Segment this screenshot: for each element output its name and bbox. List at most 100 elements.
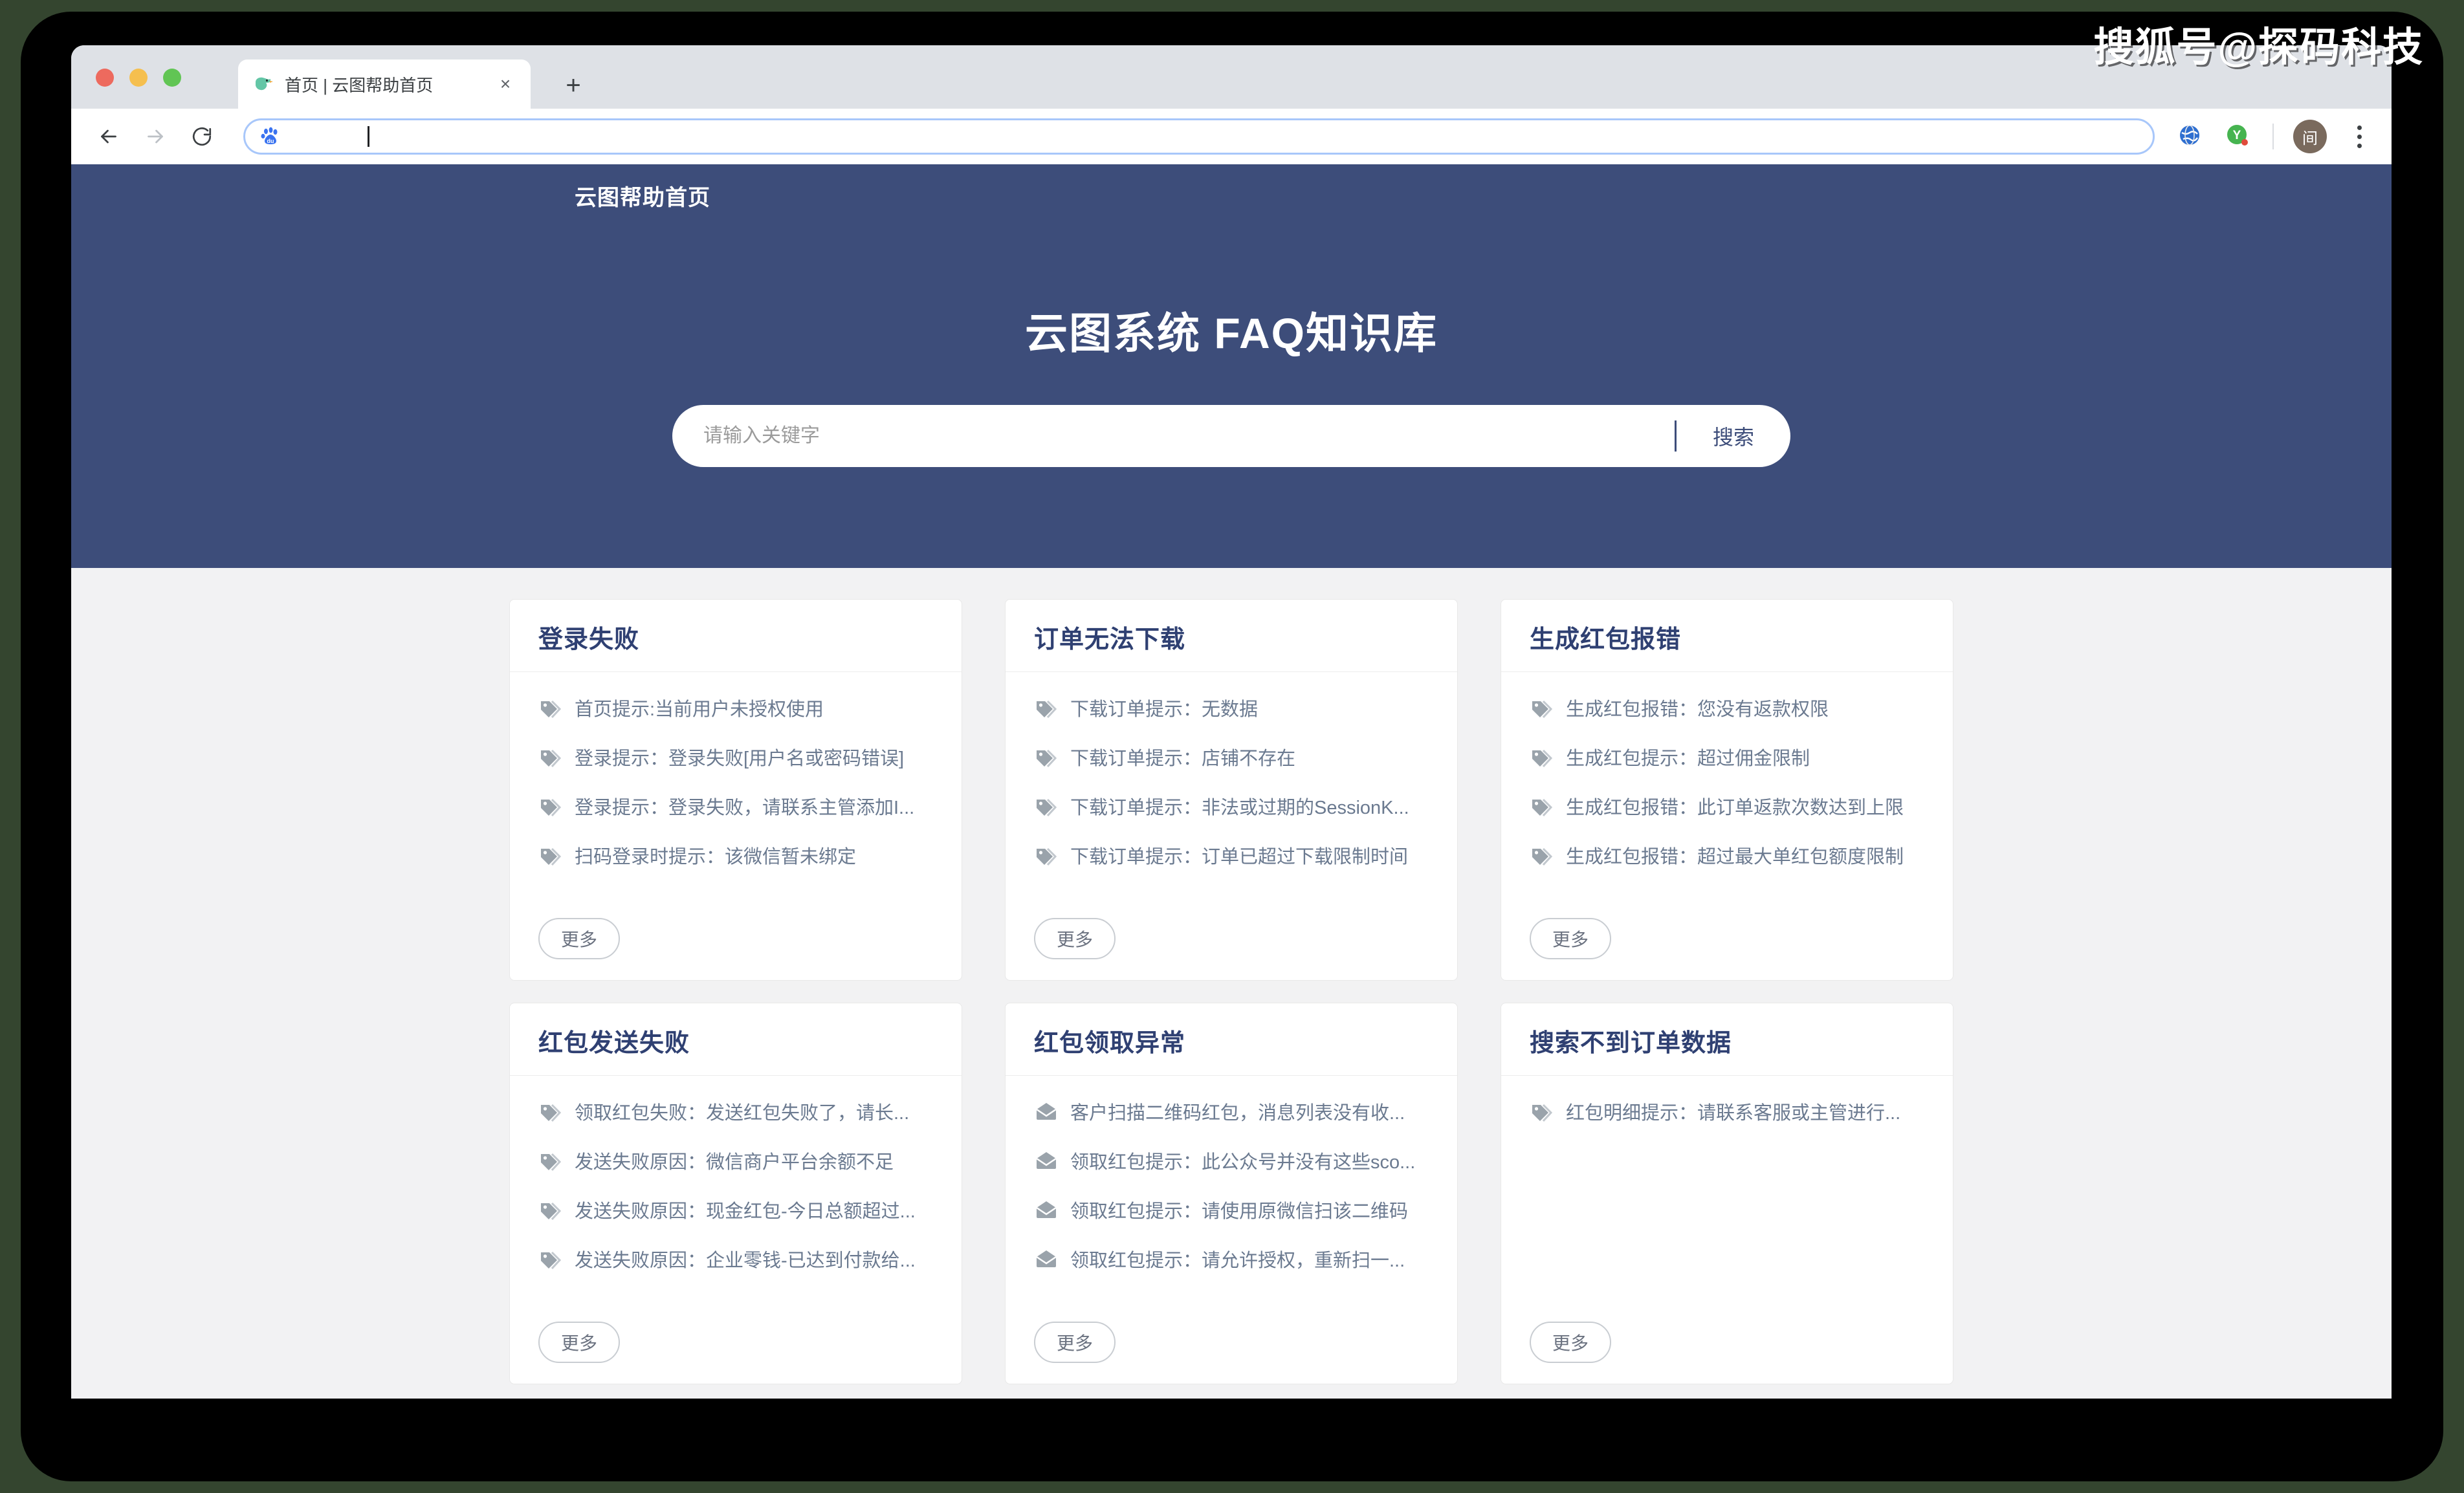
toolbar-divider (2272, 124, 2274, 149)
search-input[interactable] (672, 425, 1675, 447)
faq-card-footer: 更多 (1006, 914, 1457, 980)
tag-icon (1530, 695, 1554, 720)
faq-list-item[interactable]: 领取红包失败：发送红包失败了，请长... (538, 1098, 933, 1125)
tag-icon (1530, 745, 1554, 769)
faq-list-item[interactable]: 发送失败原因：微信商户平台余额不足 (538, 1147, 933, 1174)
faq-list-item[interactable]: 领取红包提示：请使用原微信扫该二维码 (1034, 1196, 1429, 1223)
faq-item-label: 下载订单提示：无数据 (1070, 699, 1259, 720)
back-arrow-icon[interactable] (91, 118, 127, 155)
site-navbar: 云图帮助首页 (71, 164, 2392, 226)
faq-item-label: 领取红包提示：请使用原微信扫该二维码 (1070, 1201, 1409, 1222)
close-icon[interactable]: × (494, 73, 516, 95)
kebab-menu-icon[interactable] (2346, 125, 2372, 148)
more-button[interactable]: 更多 (1530, 918, 1611, 959)
tag-icon (538, 1247, 563, 1271)
faq-list-item[interactable]: 生成红包报错：您没有返款权限 (1530, 694, 1924, 721)
faq-list-item[interactable]: 下载订单提示：订单已超过下载限制时间 (1034, 842, 1429, 869)
faq-list-item[interactable]: 生成红包提示：超过佣金限制 (1530, 743, 1924, 770)
youdao-icon[interactable]: Y (2225, 122, 2253, 151)
faq-list-item[interactable]: 生成红包报错：超过最大单红包额度限制 (1530, 842, 1924, 869)
faq-item-label: 领取红包提示：请允许授权，重新扫一... (1070, 1250, 1405, 1271)
faq-list-item[interactable]: 红包明细提示：请联系客服或主管进行... (1530, 1098, 1924, 1125)
faq-list-item[interactable]: 发送失败原因：企业零钱-已达到付款给... (538, 1245, 933, 1272)
more-button[interactable]: 更多 (1530, 1322, 1611, 1363)
search-bar: 搜索 (672, 405, 1790, 467)
tag-icon (1034, 794, 1059, 818)
faq-list-item[interactable]: 发送失败原因：现金红包-今日总额超过... (538, 1196, 933, 1223)
faq-item-label: 首页提示:当前用户未授权使用 (575, 699, 824, 720)
more-button[interactable]: 更多 (538, 1322, 620, 1363)
tag-icon (538, 1099, 563, 1124)
watermark: 搜狐号@探码科技 (2093, 25, 2424, 70)
faq-list-item[interactable]: 下载订单提示：无数据 (1034, 694, 1429, 721)
faq-card-body: 首页提示:当前用户未授权使用登录提示：登录失败[用户名或密码错误] 登录提示：登录… (510, 672, 962, 914)
faq-list-item[interactable]: 下载订单提示：非法或过期的SessionK... (1034, 792, 1429, 820)
tag-icon (1034, 843, 1059, 867)
page-title: 云图系统 FAQ知识库 (1024, 309, 1438, 357)
text-cursor (368, 126, 369, 147)
globe-icon[interactable] (2177, 122, 2205, 151)
minimize-window-button[interactable] (129, 69, 148, 87)
faq-item-label: 红包明细提示：请联系客服或主管进行... (1566, 1103, 1901, 1124)
browser-window: 首页 | 云图帮助首页 × + du Y 间 云图帮助首页 云图系统 FAQ知识… (71, 45, 2392, 1399)
faq-item-label: 扫码登录时提示：该微信暂未绑定 (575, 847, 857, 867)
forward-arrow-icon[interactable] (137, 118, 173, 155)
toolbar-icon-group: Y 间 (2177, 120, 2372, 153)
browser-toolbar: du Y 间 (71, 109, 2392, 164)
faq-card-header: 红包发送失败 (510, 1003, 962, 1076)
search-button[interactable]: 搜索 (1677, 405, 1790, 467)
bird-icon (252, 73, 274, 95)
svg-text:Y: Y (2233, 129, 2241, 142)
faq-card-footer: 更多 (1006, 1318, 1457, 1384)
maximize-window-button[interactable] (163, 69, 181, 87)
reload-icon[interactable] (184, 118, 220, 155)
browser-tab[interactable]: 首页 | 云图帮助首页 × (238, 60, 531, 109)
tag-icon (538, 794, 563, 818)
faq-content: 登录失败 首页提示:当前用户未授权使用 登录提示：登录失败[用户名或密码错误] 登录提… (71, 568, 2392, 1384)
window-traffic-lights (96, 69, 181, 87)
address-bar[interactable]: du (243, 118, 2155, 155)
page-viewport: 云图帮助首页 云图系统 FAQ知识库 搜索 登录失败首页提示:当前用户未授权使用… (71, 164, 2392, 1399)
more-button[interactable]: 更多 (538, 918, 620, 959)
baidu-paw-icon: du (259, 125, 281, 147)
faq-item-label: 下载订单提示：店铺不存在 (1070, 748, 1296, 769)
faq-card-header: 搜索不到订单数据 (1501, 1003, 1953, 1076)
faq-card-title: 生成红包报错 (1530, 626, 1682, 653)
faq-list-item[interactable]: 下载订单提示：店铺不存在 (1034, 743, 1429, 770)
tag-icon (538, 1197, 563, 1222)
faq-list-item[interactable]: 领取红包提示：请允许授权，重新扫一... (1034, 1245, 1429, 1272)
faq-list-item[interactable]: 首页提示:当前用户未授权使用 (538, 694, 933, 721)
address-bar-input[interactable] (293, 126, 2139, 147)
faq-card-header: 生成红包报错 (1501, 600, 1953, 672)
faq-item-label: 客户扫描二维码红包，消息列表没有收... (1070, 1103, 1405, 1124)
more-button[interactable]: 更多 (1034, 918, 1116, 959)
avatar[interactable]: 间 (2293, 120, 2327, 153)
faq-item-label: 下载订单提示：非法或过期的SessionK... (1070, 798, 1409, 818)
faq-card: 红包发送失败领取红包失败：发送红包失败了，请长... 发送失败原因：微信商户平台余… (509, 1003, 962, 1384)
hero-section: 云图系统 FAQ知识库 搜索 (71, 226, 2392, 568)
site-brand[interactable]: 云图帮助首页 (575, 180, 710, 212)
faq-list-item[interactable]: 客户扫描二维码红包，消息列表没有收... (1034, 1098, 1429, 1125)
envelope-icon (1034, 1148, 1059, 1173)
close-window-button[interactable] (96, 69, 114, 87)
faq-list-item[interactable]: 扫码登录时提示：该微信暂未绑定 (538, 842, 933, 869)
faq-card: 订单无法下载 下载订单提示：无数据 下载订单提示：店铺不存在 下载订单提示：非法或过期… (1005, 599, 1458, 981)
faq-card-footer: 更多 (510, 914, 962, 980)
browser-tab-strip: 首页 | 云图帮助首页 × + (71, 45, 2392, 109)
faq-item-label: 发送失败原因：现金红包-今日总额超过... (575, 1201, 916, 1222)
tag-icon (1530, 843, 1554, 867)
new-tab-button[interactable]: + (559, 71, 588, 100)
tag-icon (538, 843, 563, 867)
more-button[interactable]: 更多 (1034, 1322, 1116, 1363)
faq-list-item[interactable]: 生成红包报错：此订单返款次数达到上限 (1530, 792, 1924, 820)
faq-card-footer: 更多 (1501, 914, 1953, 980)
faq-list-item[interactable]: 登录提示：登录失败，请联系主管添加I... (538, 792, 933, 820)
faq-card: 生成红包报错生成红包报错：您没有返款权限 生成红包提示：超过佣金限制 生成红包报错：… (1501, 599, 1953, 981)
faq-card: 登录失败 首页提示:当前用户未授权使用 登录提示：登录失败[用户名或密码错误] 登录提… (509, 599, 962, 981)
faq-card-body: 生成红包报错：您没有返款权限 生成红包提示：超过佣金限制 生成红包报错：此订单返款次… (1501, 672, 1953, 914)
envelope-icon (1034, 1197, 1059, 1222)
faq-card-title: 搜索不到订单数据 (1530, 1030, 1732, 1057)
faq-list-item[interactable]: 领取红包提示：此公众号并没有这些sco... (1034, 1147, 1429, 1174)
faq-list-item[interactable]: 登录提示：登录失败[用户名或密码错误] (538, 743, 933, 770)
faq-card-body: 客户扫描二维码红包，消息列表没有收... 领取红包提示：此公众号并没有这些sco.… (1006, 1076, 1457, 1318)
